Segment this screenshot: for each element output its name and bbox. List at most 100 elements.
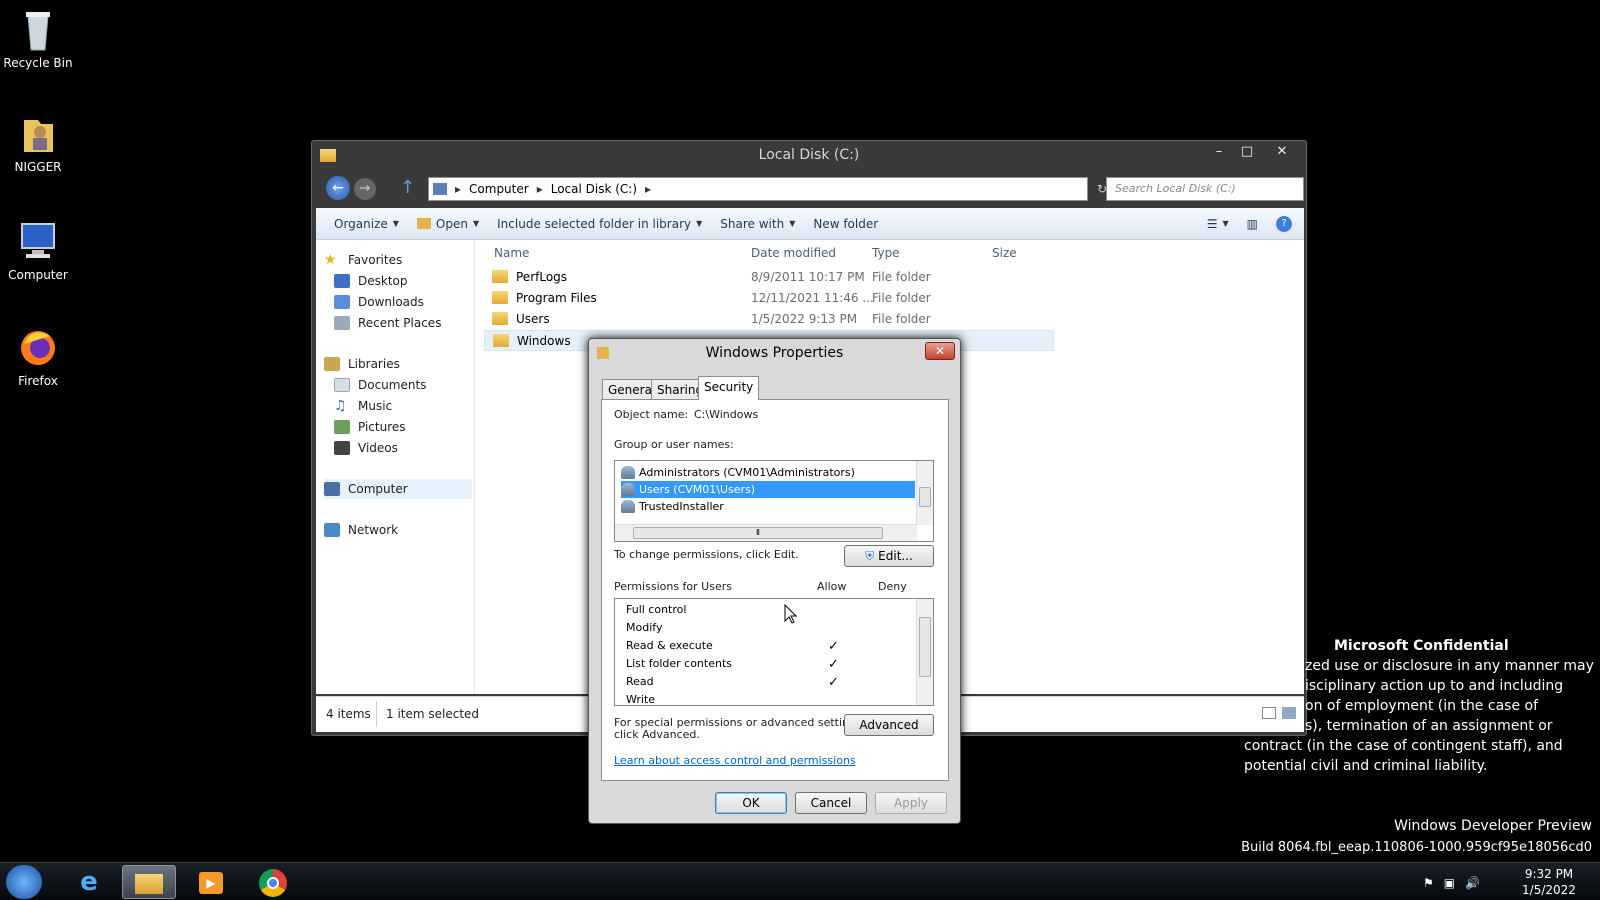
permissions-label: Permissions for Users [614, 580, 732, 593]
edit-button[interactable]: ⛨ Edit... [844, 545, 934, 567]
scrollbar-thumb[interactable] [919, 617, 931, 677]
vertical-scrollbar[interactable] [916, 461, 933, 525]
build-preview-label: Windows Developer Preview [1394, 818, 1592, 834]
list-item-administrators[interactable]: Administrators (CVM01\Administrators) [621, 464, 915, 481]
network-icon[interactable]: ▣ [1444, 876, 1455, 890]
desktop-icon-label: Computer [8, 268, 68, 282]
media-player-icon[interactable]: ▶ [184, 865, 238, 899]
back-button[interactable]: ← [326, 176, 350, 200]
internet-explorer-icon[interactable]: e [62, 865, 116, 899]
details-view-icon[interactable] [1262, 707, 1276, 719]
users-group-icon [621, 500, 635, 513]
allow-check-icon: ✓ [828, 639, 839, 654]
computer-icon [18, 220, 58, 264]
folder-open-icon [416, 218, 431, 229]
confidential-line: contract (in the case of contingent staf… [1244, 738, 1563, 754]
action-center-flag-icon[interactable]: ⚑ [1423, 876, 1434, 890]
address-bar[interactable]: ▸ Computer ▸ Local Disk (C:) ▸ [428, 177, 1088, 201]
scrollbar-thumb[interactable] [919, 487, 931, 507]
start-button[interactable] [6, 865, 42, 899]
desktop-icon [334, 274, 350, 288]
up-button[interactable]: ↑ [400, 177, 420, 199]
properties-dialog: Windows Properties ✕ General Sharing Sec… [588, 338, 961, 824]
file-row[interactable]: Users 1/5/2022 9:13 PM File folder [484, 309, 1054, 330]
confidential-line: on of employment (in the case of [1305, 698, 1539, 714]
new-folder-button[interactable]: New folder [813, 217, 878, 231]
deny-column-label: Deny [878, 580, 907, 593]
nav-videos[interactable]: Videos [334, 438, 398, 458]
chrome-icon[interactable] [246, 865, 300, 899]
ok-button[interactable]: OK [715, 792, 787, 814]
explorer-titlebar[interactable]: Local Disk (C:) – □ ✕ [312, 141, 1306, 171]
nav-recent-places[interactable]: Recent Places [334, 313, 441, 333]
nav-libraries[interactable]: Libraries [324, 354, 400, 374]
permission-row: Full control [626, 603, 687, 616]
file-row[interactable]: Program Files 12/11/2021 11:46 ... File … [484, 288, 1054, 309]
nav-pictures[interactable]: Pictures [334, 417, 406, 437]
column-type[interactable]: Type [872, 246, 900, 260]
navigation-bar: ← → ↑ ▸ Computer ▸ Local Disk (C:) ▸ ↻ S… [316, 174, 1304, 206]
maximize-button[interactable]: □ [1233, 142, 1261, 162]
forward-button[interactable]: → [354, 178, 376, 200]
users-group-icon [621, 483, 635, 496]
tab-security[interactable]: Security [698, 376, 760, 400]
nav-music[interactable]: ♫ Music [334, 396, 392, 416]
desktop-icon-recycle-bin[interactable]: Recycle Bin [0, 8, 76, 70]
nav-favorites[interactable]: ★ Favorites [324, 250, 402, 270]
security-tab-panel: Object name: C:\Windows Group or user na… [601, 399, 949, 781]
file-explorer-icon[interactable] [122, 865, 176, 899]
confidential-line: isciplinary action up to and including [1305, 678, 1564, 694]
column-date-modified[interactable]: Date modified [751, 246, 836, 260]
help-icon[interactable]: ? [1276, 215, 1292, 232]
learn-more-link[interactable]: Learn about access control and permissio… [614, 754, 856, 767]
nav-network[interactable]: Network [324, 520, 398, 540]
star-icon: ★ [324, 252, 337, 268]
list-item-trustedinstaller[interactable]: TrustedInstaller [621, 498, 915, 515]
users-group-icon [621, 466, 635, 479]
computer-icon [324, 482, 340, 496]
permission-row: List folder contents ✓ [626, 657, 839, 672]
libraries-icon [324, 357, 340, 371]
volume-icon[interactable]: 🔊 [1465, 876, 1480, 890]
view-options-button[interactable]: ☰ ▼ [1207, 217, 1229, 231]
network-icon [324, 523, 340, 537]
nav-downloads[interactable]: Downloads [334, 292, 424, 312]
confidential-heading: Microsoft Confidential [1334, 638, 1509, 654]
minimize-button[interactable]: – [1205, 142, 1233, 162]
list-item-users[interactable]: Users (CVM01\Users) [621, 481, 915, 498]
dialog-close-button[interactable]: ✕ [925, 342, 955, 360]
permission-row: Write [626, 693, 656, 706]
cancel-button[interactable]: Cancel [795, 792, 867, 814]
search-input[interactable]: Search Local Disk (C:) [1106, 177, 1304, 201]
desktop-icon-firefox[interactable]: Firefox [0, 326, 76, 388]
nav-computer[interactable]: Computer [324, 479, 472, 499]
column-name[interactable]: Name [494, 246, 529, 260]
organize-button[interactable]: Organize ▼ [334, 217, 399, 231]
clock-date: 1/5/2022 [1522, 883, 1576, 897]
column-size[interactable]: Size [992, 246, 1017, 260]
large-icons-view-icon[interactable] [1282, 707, 1296, 719]
breadcrumb-local-disk[interactable]: Local Disk (C:) [551, 182, 637, 196]
file-row[interactable]: PerfLogs 8/9/2011 10:17 PM File folder [484, 267, 1054, 288]
clock[interactable]: 9:32 PM 1/5/2022 [1514, 866, 1584, 898]
nav-desktop[interactable]: Desktop [334, 271, 408, 291]
include-in-library-button[interactable]: Include selected folder in library ▼ [497, 217, 702, 231]
preview-pane-button[interactable]: ▥ [1247, 217, 1258, 231]
computer-icon [433, 183, 447, 195]
share-with-button[interactable]: Share with ▼ [720, 217, 795, 231]
vertical-scrollbar[interactable] [916, 599, 933, 705]
breadcrumb-computer[interactable]: Computer [469, 182, 529, 196]
scrollbar-thumb[interactable]: Ⅱ [633, 527, 883, 539]
close-button[interactable]: ✕ [1261, 142, 1303, 162]
open-button[interactable]: Open ▼ [416, 217, 479, 231]
horizontal-scrollbar[interactable]: Ⅱ [615, 524, 917, 541]
advanced-button[interactable]: Advanced [844, 714, 934, 736]
apply-button[interactable]: Apply [875, 792, 947, 814]
user-folder-icon [18, 112, 58, 156]
special-permissions-text-2: click Advanced. [614, 728, 700, 741]
desktop-icon-computer[interactable]: Computer [0, 220, 76, 282]
item-count: 4 items [326, 707, 371, 721]
build-number-label: Build 8064.fbl_eeap.110806-1000.959cf95e… [1241, 840, 1592, 855]
nav-documents[interactable]: Documents [334, 375, 426, 395]
desktop-icon-user-folder[interactable]: NIGGER [0, 112, 76, 174]
